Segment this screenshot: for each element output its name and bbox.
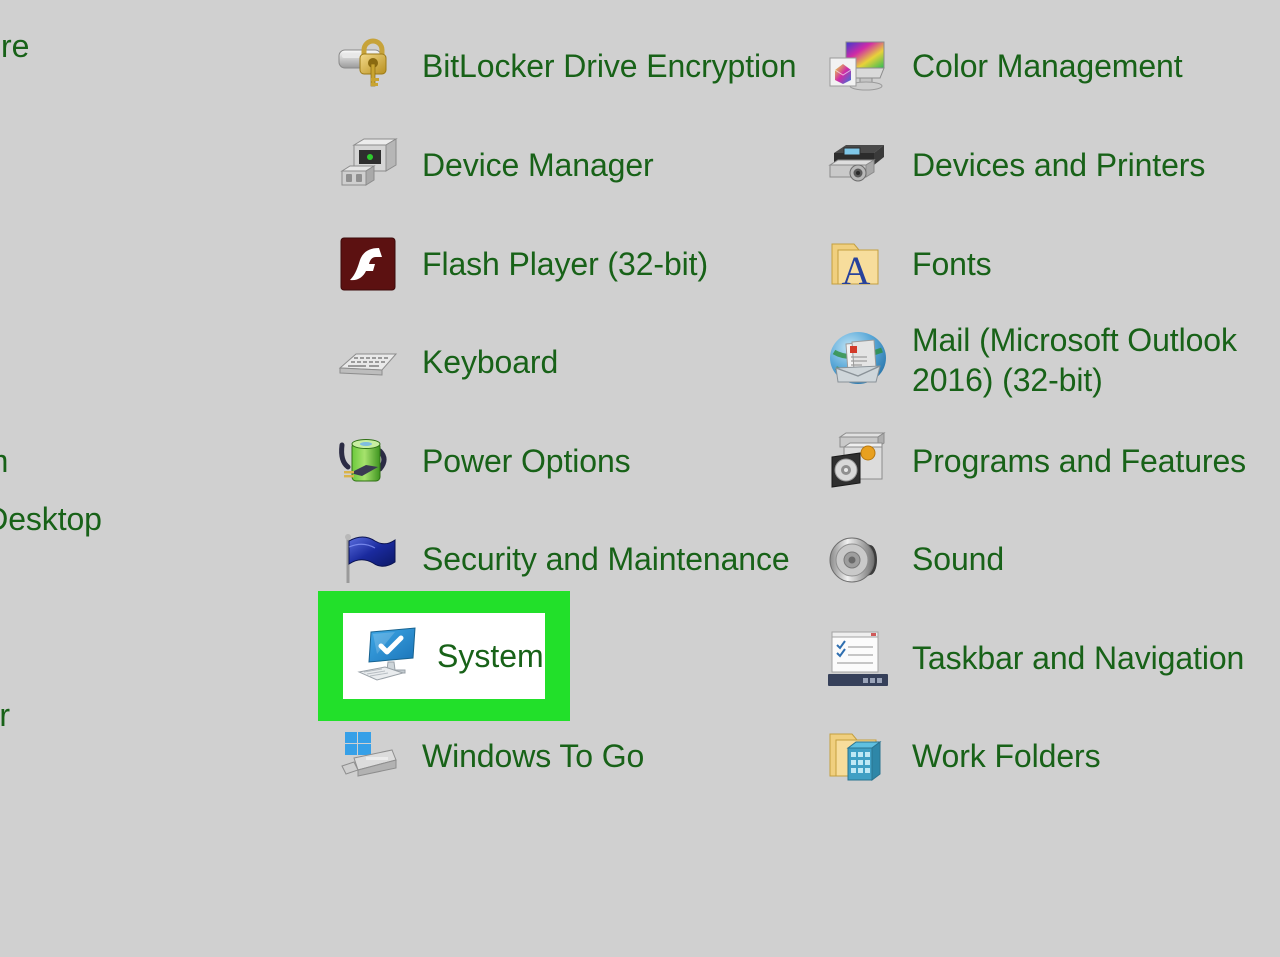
item-label: BitLocker Drive Encryption [422,47,797,84]
control-panel-item-mail-outlook[interactable]: Mail (Microsoft Outlook 2016) (32-bit) [826,300,1280,420]
devices-printers-icon [826,133,890,197]
sound-icon [826,527,890,591]
control-panel-items-grid: kup and Restore ndows 7) ault Programs H… [0,0,1280,957]
item-label: kup and Restore ndows 7) [0,27,30,64]
item-label: dows Defender wall [0,696,10,733]
item-label: Color Management [912,47,1183,84]
item-label: Devices and Printers [912,146,1206,183]
control-panel-item-phone-and-modem[interactable]: ne and Modem [0,417,320,505]
control-panel-item-device-manager[interactable]: Device Manager [336,121,836,209]
control-panel-item-remoteapp-and-desktop-connections[interactable]: noteApp and Desktop nections [0,495,320,583]
item-label: Windows To Go [422,737,645,774]
control-panel-item-windows-defender-firewall[interactable]: dows Defender wall [0,691,320,779]
control-panel-item-work-folders[interactable]: Work Folders [826,712,1280,800]
item-label: System [437,637,544,674]
work-folders-icon [826,724,890,788]
control-panel-item-color-management[interactable]: Color Management [826,22,1280,110]
bitlocker-icon [336,34,400,98]
item-label: noteApp and Desktop nections [0,500,102,537]
windows-to-go-icon [336,724,400,788]
item-label: Fonts [912,245,992,282]
item-label: Power Options [422,442,631,479]
control-panel-item-file-history[interactable]: History [0,220,320,308]
control-panel-item-system-highlighted[interactable]: System [343,613,545,699]
control-panel-item-bitlocker-drive-encryption[interactable]: BitLocker Drive Encryption [336,22,836,110]
control-panel-item-sync-center[interactable]: c Center [0,613,320,701]
item-label: Programs and Features [912,442,1247,479]
item-label: Mail (Microsoft Outlook 2016) (32-bit) [912,321,1237,398]
color-management-icon [826,34,890,98]
power-options-icon [336,429,400,493]
control-panel-item-security-and-maintenance[interactable]: Security and Maintenance [336,515,836,603]
keyboard-icon [336,330,400,394]
fonts-icon: A [826,232,890,296]
control-panel-item-default-programs[interactable]: ault Programs [0,121,320,209]
flash-player-icon [336,232,400,296]
item-label: Device Manager [422,146,654,183]
control-panel-item-sound[interactable]: Sound [826,515,1280,603]
control-panel-item-internet-options[interactable]: rnet Options [0,318,320,406]
control-panel-item-windows-to-go[interactable]: Windows To Go [336,712,836,800]
item-label: Keyboard [422,343,559,380]
item-label: Taskbar and Navigation [912,639,1245,676]
system-icon [355,624,419,688]
system-highlight-box: System [318,591,570,721]
programs-features-icon [826,429,890,493]
taskbar-navigation-icon [826,626,890,690]
svg-text:A: A [842,248,871,293]
item-label: Sound [912,540,1005,577]
control-panel-item-power-options[interactable]: Power Options [336,417,836,505]
control-panel-item-fonts[interactable]: A Fonts [826,220,1280,308]
control-panel-item-flash-player[interactable]: Flash Player (32-bit) [336,220,836,308]
control-panel-item-programs-and-features[interactable]: Programs and Features [826,417,1280,505]
mail-outlook-icon [826,328,890,392]
item-label: Flash Player (32-bit) [422,245,708,282]
control-panel-item-devices-and-printers[interactable]: Devices and Printers [826,121,1280,209]
item-label: ne and Modem [0,441,8,481]
item-label: Security and Maintenance [422,540,790,577]
device-manager-icon [336,133,400,197]
control-panel-item-keyboard[interactable]: Keyboard [336,318,836,406]
security-maintenance-icon [336,527,400,591]
item-label: Work Folders [912,737,1101,774]
control-panel-item-taskbar-and-navigation[interactable]: Taskbar and Navigation [826,614,1280,702]
control-panel-item-backup-and-restore[interactable]: kup and Restore ndows 7) [0,22,320,110]
